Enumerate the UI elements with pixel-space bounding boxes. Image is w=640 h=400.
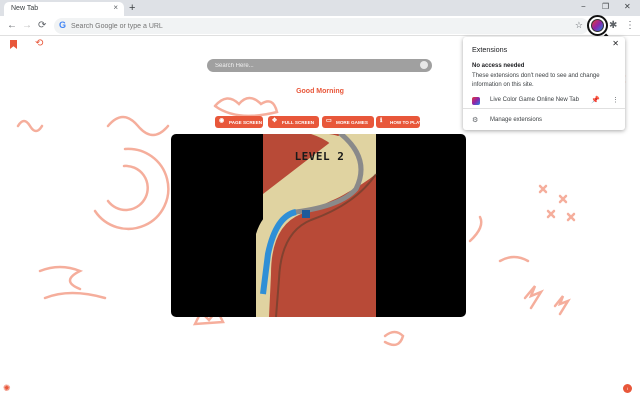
extensions-popup: Extensions ✕ No access needed These exte… [463, 37, 625, 130]
popup-description: These extensions don't need to see and c… [472, 73, 600, 88]
how-to-play-label: HOW TO PLAY [390, 119, 422, 125]
full-screen-label: FULL SCREEN [282, 119, 315, 125]
tab-close-icon[interactable]: × [113, 4, 118, 12]
restore-button[interactable]: ❐ [602, 3, 609, 11]
back-button[interactable]: ← [7, 20, 17, 31]
popup-close-icon[interactable]: ✕ [612, 40, 619, 48]
popup-divider [463, 108, 625, 109]
tab-new-tab[interactable]: New Tab × [4, 2, 124, 16]
history-icon[interactable]: ⟲ [35, 38, 43, 49]
tab-title: New Tab [11, 5, 39, 12]
extension-menu-icon[interactable]: ⋮ [612, 96, 619, 104]
forward-button[interactable]: → [22, 20, 32, 31]
info-badge[interactable]: i [623, 384, 632, 393]
page-screen-icon: ◉ [219, 118, 225, 124]
reload-button[interactable]: ⟳ [38, 20, 46, 31]
bookmark-star-icon[interactable]: ☆ [575, 20, 583, 31]
full-screen-button[interactable]: ✥ FULL SCREEN [268, 116, 319, 128]
search-icon[interactable] [420, 61, 428, 69]
extensions-puzzle-icon[interactable]: ✱ [609, 20, 617, 31]
more-games-label: MORE GAMES [336, 119, 368, 125]
manage-gear-icon: ⚙ [472, 117, 479, 124]
game-level-label: LEVEL 2 [294, 150, 345, 163]
tab-strip: New Tab × + − ❐ ✕ [0, 0, 640, 16]
page-search-input[interactable] [215, 59, 410, 72]
more-games-icon: ▭ [326, 118, 332, 124]
settings-gear-icon[interactable]: ✺ [3, 383, 11, 394]
extension-logo-icon [472, 97, 480, 105]
page-screen-button[interactable]: ◉ PAGE SCREEN [215, 116, 263, 128]
full-screen-icon: ✥ [272, 118, 278, 124]
omnibox-input[interactable] [71, 19, 551, 33]
pin-icon[interactable]: 📌 [591, 96, 600, 104]
how-to-play-icon: ℹ [380, 118, 383, 124]
more-games-button[interactable]: ▭ MORE GAMES [322, 116, 374, 128]
close-window-button[interactable]: ✕ [624, 3, 631, 11]
omnibox[interactable]: G ☆ [54, 18, 589, 34]
popup-title: Extensions [472, 45, 508, 54]
page-screen-label: PAGE SCREEN [229, 119, 263, 125]
popup-heading: No access needed [472, 63, 525, 69]
minimize-button[interactable]: − [581, 3, 586, 11]
page-search-bar[interactable] [207, 59, 432, 72]
extension-name: Live Color Game Online New Tab [490, 97, 579, 103]
how-to-play-button[interactable]: ℹ HOW TO PLAY [376, 116, 422, 128]
manage-extensions-label: Manage extensions [490, 117, 543, 123]
browser-toolbar: ← → ⟳ G ☆ [0, 16, 640, 36]
extension-row[interactable]: Live Color Game Online New Tab 📌 ⋮ [463, 93, 625, 108]
manage-extensions-row[interactable]: ⚙ Manage extensions [463, 113, 625, 128]
google-icon: G [59, 20, 67, 30]
browser-menu-icon[interactable]: ⋮ [625, 20, 635, 31]
new-tab-button[interactable]: + [129, 2, 135, 14]
